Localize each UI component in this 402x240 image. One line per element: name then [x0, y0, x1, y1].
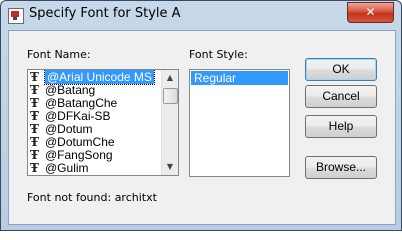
font-name-list[interactable]: Ŧ @Arial Unicode MS Ŧ @Batang Ŧ @BatangChe …: [27, 69, 179, 176]
scroll-up-arrow-icon[interactable]: ▲: [162, 70, 178, 86]
font-style-list[interactable]: Regular: [189, 69, 290, 177]
close-button[interactable]: ✕: [347, 2, 394, 23]
dialog-window: Specify Font for Style A ✕ Font Name: Ŧ @…: [0, 0, 402, 231]
cancel-button[interactable]: Cancel: [305, 85, 377, 108]
browse-button[interactable]: Browse...: [305, 156, 377, 179]
status-message: Font not found: architxt: [27, 191, 157, 204]
window-title: Specify Font for Style A: [29, 6, 181, 21]
vertical-scrollbar[interactable]: ▲ ▼: [161, 70, 178, 175]
truetype-font-icon: Ŧ: [30, 161, 39, 175]
ok-button[interactable]: OK: [305, 58, 377, 81]
help-button[interactable]: Help: [305, 115, 377, 138]
scroll-down-arrow-icon[interactable]: ▼: [162, 159, 178, 175]
font-style-label: Font Style:: [189, 48, 248, 61]
font-item[interactable]: Ŧ @Gulim: [30, 162, 89, 175]
font-style-item[interactable]: Regular: [191, 71, 288, 85]
title-bar[interactable]: Specify Font for Style A ✕: [1, 1, 401, 29]
font-name-label: Font Name:: [27, 48, 91, 61]
app-icon: [8, 8, 24, 24]
dialog-client: Font Name: Ŧ @Arial Unicode MS Ŧ @Batang Ŧ…: [8, 30, 396, 225]
scroll-thumb[interactable]: [163, 88, 178, 104]
